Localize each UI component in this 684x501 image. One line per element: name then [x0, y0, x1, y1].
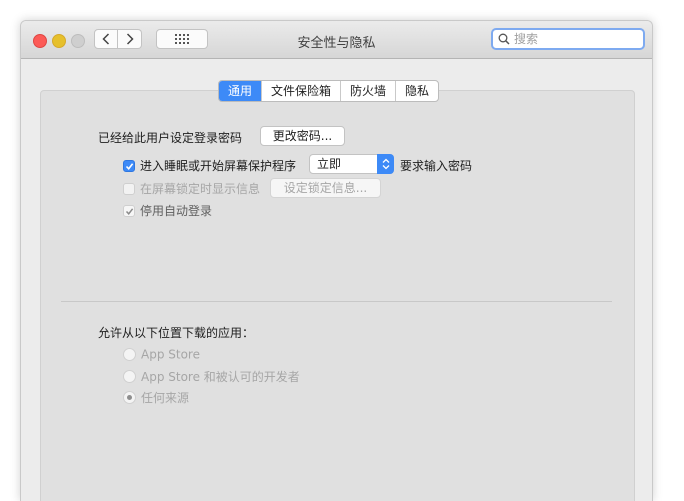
search-field[interactable] — [491, 28, 645, 50]
change-password-button[interactable]: 更改密码... — [260, 126, 345, 146]
radio-anywhere-row[interactable]: 任何来源 — [123, 389, 189, 406]
show-message-checkbox-row[interactable]: 在屏幕锁定时显示信息 — [123, 180, 260, 197]
radio-anywhere-label: 任何来源 — [141, 391, 190, 405]
preferences-window: 安全性与隐私 通用 文件保险箱 防火墙 隐私 已经给此用户设定登录密码 更改密码… — [20, 20, 653, 501]
title-bar: 安全性与隐私 — [21, 21, 652, 59]
radio-identified-developers-label: App Store 和被认可的开发者 — [141, 370, 300, 384]
radio-app-store-label: App Store — [141, 347, 200, 362]
up-down-chevron-icon — [377, 154, 394, 174]
password-set-label: 已经给此用户设定登录密码 — [98, 131, 243, 145]
radio-anywhere[interactable] — [123, 391, 136, 404]
general-panel — [40, 90, 635, 501]
section-divider — [61, 301, 612, 302]
radio-identified-developers-row[interactable]: App Store 和被认可的开发者 — [123, 368, 300, 385]
require-password-label: 进入睡眠或开始屏幕保护程序 — [140, 159, 297, 173]
tab-filevault[interactable]: 文件保险箱 — [261, 81, 340, 101]
tab-privacy[interactable]: 隐私 — [395, 81, 438, 101]
radio-app-store[interactable] — [123, 348, 136, 361]
set-lock-message-button[interactable]: 设定锁定信息... — [270, 178, 381, 198]
disable-auto-login-checkbox[interactable] — [123, 204, 135, 217]
disable-auto-login-label: 停用自动登录 — [140, 204, 213, 218]
radio-identified-developers[interactable] — [123, 370, 136, 383]
password-delay-select[interactable]: 立即 — [309, 154, 394, 174]
password-delay-value: 立即 — [317, 157, 342, 171]
tab-bar: 通用 文件保险箱 防火墙 隐私 — [218, 80, 440, 102]
radio-app-store-row[interactable]: App Store — [123, 347, 200, 362]
magnifier-icon — [498, 33, 510, 45]
require-password-suffix: 要求输入密码 — [400, 159, 473, 173]
disable-auto-login-checkbox-row[interactable]: 停用自动登录 — [123, 202, 212, 219]
search-input[interactable] — [514, 32, 634, 46]
checkmark-icon — [125, 162, 134, 170]
checkmark-icon — [125, 207, 134, 215]
tab-general[interactable]: 通用 — [219, 81, 262, 101]
download-sources-heading: 允许从以下位置下载的应用： — [98, 326, 255, 340]
require-password-checkbox-row[interactable]: 进入睡眠或开始屏幕保护程序 — [123, 157, 296, 174]
show-message-label: 在屏幕锁定时显示信息 — [140, 182, 261, 196]
show-message-checkbox[interactable] — [123, 182, 135, 195]
require-password-checkbox[interactable] — [123, 159, 135, 172]
tab-firewall[interactable]: 防火墙 — [340, 81, 395, 101]
